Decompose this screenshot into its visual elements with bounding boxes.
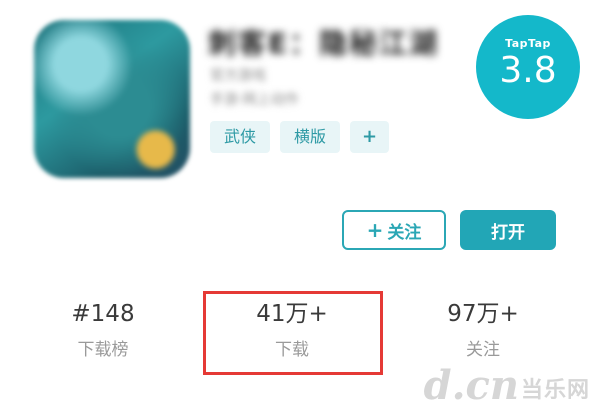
stat-rank-value: #148 [71,301,135,327]
tag-list: 武侠 横版 + [210,121,390,153]
stat-follows-value: 97万+ [447,301,519,327]
taptap-rating-badge: TapTap 3.8 [476,15,580,119]
app-title: 刺客E：隐秘江湖 [208,27,440,60]
stat-rank[interactable]: #148 下载榜 [23,298,183,362]
stat-follows-label: 关注 [466,340,500,360]
watermark-logo: d.cn [423,362,519,409]
tag-wuxia[interactable]: 武侠 [210,121,271,153]
stat-follows: 97万+ 关注 [403,298,563,362]
plus-icon: + [366,218,384,242]
app-icon [34,20,190,178]
open-button[interactable]: 打开 [460,210,556,250]
follow-button[interactable]: + 关注 [342,210,446,250]
add-tag-button[interactable]: + [350,121,390,153]
watermark-text: 当乐网 [520,378,590,403]
stat-rank-label: 下载榜 [77,340,129,360]
rating-brand: TapTap [505,37,551,50]
rating-score: 3.8 [499,50,557,91]
app-subtitle-category: 手游·网上动作 [210,92,299,108]
app-detail-page: 刺客E：隐秘江湖 官方游戏 手游·网上动作 武侠 横版 + TapTap 3.8… [0,0,600,410]
app-subtitle-developer: 官方游戏 [210,68,266,84]
tag-horizontal[interactable]: 横版 [280,121,341,153]
watermark: d.cn 当乐网 [424,366,590,406]
follow-button-label: 关注 [387,222,422,243]
open-button-label: 打开 [491,222,525,243]
downloads-highlight-box [203,291,383,375]
